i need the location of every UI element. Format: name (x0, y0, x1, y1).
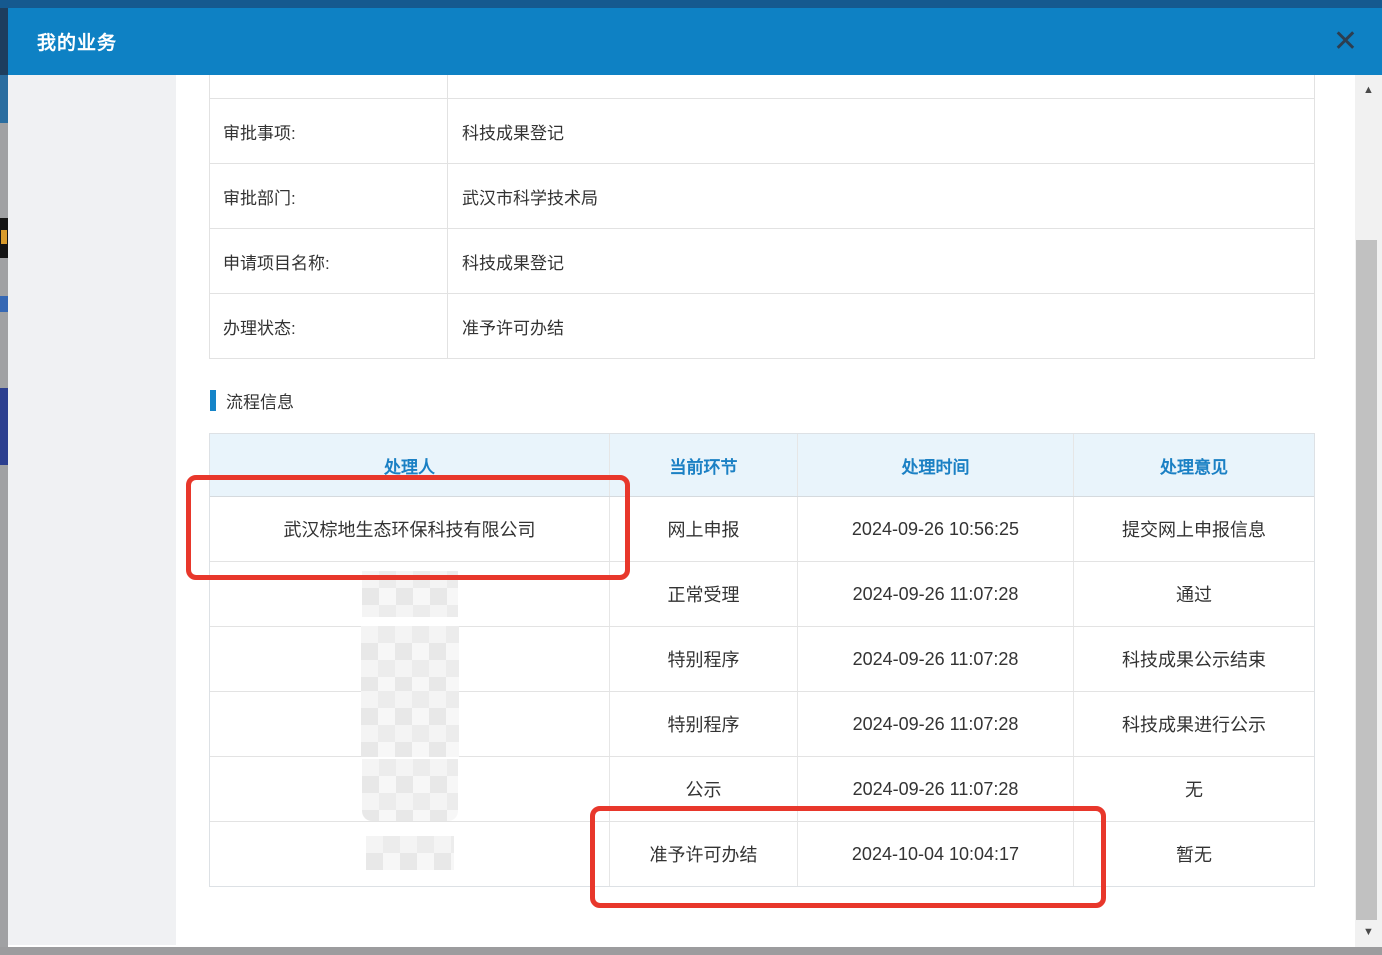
column-header-opinion: 处理意见 (1074, 434, 1314, 496)
scroll-down-icon[interactable]: ▼ (1355, 921, 1382, 943)
cell-time: 2024-09-26 11:07:28 (798, 562, 1074, 626)
cell-opinion: 科技成果进行公示 (1074, 692, 1314, 756)
modal-left-panel (8, 75, 176, 945)
modal-title: 我的业务 (8, 28, 117, 55)
modal-scrollbar[interactable]: ▲ ▼ (1355, 75, 1382, 947)
cell-time: 2024-09-26 11:07:28 (798, 692, 1074, 756)
column-header-step: 当前环节 (610, 434, 798, 496)
cell-handler (210, 822, 610, 886)
cell-opinion: 暂无 (1074, 822, 1314, 886)
detail-label (210, 75, 448, 98)
cell-time: 2024-09-26 11:07:28 (798, 757, 1074, 821)
cell-handler (210, 692, 610, 756)
table-row: 特别程序 2024-09-26 11:07:28 科技成果进行公示 (210, 692, 1314, 757)
table-row: 正常受理 2024-09-26 11:07:28 通过 (210, 562, 1314, 627)
detail-value: 科技成果登记 (448, 119, 1314, 144)
background-fragment (0, 296, 8, 312)
section-title: 流程信息 (226, 388, 294, 413)
cell-time: 2024-09-26 10:56:25 (798, 497, 1074, 561)
table-row: 审批事项: 科技成果登记 (210, 99, 1314, 164)
cell-step: 准予许可办结 (610, 822, 798, 886)
cell-handler (210, 757, 610, 821)
cell-opinion: 提交网上申报信息 (1074, 497, 1314, 561)
table-row: 审批部门: 武汉市科学技术局 (210, 164, 1314, 229)
background-fragment (0, 8, 8, 75)
process-info-table: 处理人 当前环节 处理时间 处理意见 武汉棕地生态环保科技有限公司 网上申报 2… (209, 433, 1315, 887)
detail-label: 审批部门: (210, 164, 448, 228)
redaction-mosaic (362, 759, 458, 821)
table-row: 申请项目名称: 科技成果登记 (210, 229, 1314, 294)
table-row: 公示 2024-09-26 11:07:28 无 (210, 757, 1314, 822)
table-header-row: 处理人 当前环节 处理时间 处理意见 (210, 434, 1314, 497)
cell-handler (210, 562, 610, 626)
cell-step: 正常受理 (610, 562, 798, 626)
detail-value: 准予许可办结 (448, 314, 1314, 339)
background-fragment (0, 218, 8, 258)
detail-label: 申请项目名称: (210, 229, 448, 293)
background-fragment (0, 388, 8, 465)
table-row-partial (210, 75, 1314, 99)
approval-detail-table: 审批事项: 科技成果登记 审批部门: 武汉市科学技术局 申请项目名称: 科技成果… (209, 75, 1315, 359)
cell-opinion: 科技成果公示结束 (1074, 627, 1314, 691)
table-row: 武汉棕地生态环保科技有限公司 网上申报 2024-09-26 10:56:25 … (210, 497, 1314, 562)
redaction-mosaic (361, 626, 459, 692)
modal-header: 我的业务 ✕ (8, 8, 1382, 75)
background-page-bottom-strip (0, 947, 1382, 955)
column-header-time: 处理时间 (798, 434, 1074, 496)
redaction-mosaic (361, 691, 459, 757)
detail-value: 科技成果登记 (448, 249, 1314, 274)
cell-time: 2024-09-26 11:07:28 (798, 627, 1074, 691)
section-header: 流程信息 (210, 388, 294, 413)
scrollbar-thumb[interactable] (1356, 240, 1377, 920)
redaction-mosaic (366, 836, 454, 870)
close-icon[interactable]: ✕ (1333, 8, 1358, 75)
background-page-top-strip (0, 0, 1382, 8)
background-page-left-strip (0, 8, 8, 947)
detail-label: 审批事项: (210, 99, 448, 163)
table-row: 办理状态: 准予许可办结 (210, 294, 1314, 359)
detail-label: 办理状态: (210, 294, 448, 358)
section-accent-bar (210, 390, 216, 411)
cell-handler: 武汉棕地生态环保科技有限公司 (210, 497, 610, 561)
scroll-up-icon[interactable]: ▲ (1355, 79, 1382, 101)
background-fragment (0, 75, 8, 123)
table-row: 特别程序 2024-09-26 11:07:28 科技成果公示结束 (210, 627, 1314, 692)
cell-step: 特别程序 (610, 692, 798, 756)
table-row: 准予许可办结 2024-10-04 10:04:17 暂无 (210, 822, 1314, 886)
cell-step: 公示 (610, 757, 798, 821)
cell-time: 2024-10-04 10:04:17 (798, 822, 1074, 886)
redaction-mosaic (362, 571, 458, 617)
cell-handler (210, 627, 610, 691)
cell-step: 特别程序 (610, 627, 798, 691)
cell-opinion: 无 (1074, 757, 1314, 821)
detail-value: 武汉市科学技术局 (448, 184, 1314, 209)
cell-step: 网上申报 (610, 497, 798, 561)
cell-opinion: 通过 (1074, 562, 1314, 626)
column-header-handler: 处理人 (210, 434, 610, 496)
